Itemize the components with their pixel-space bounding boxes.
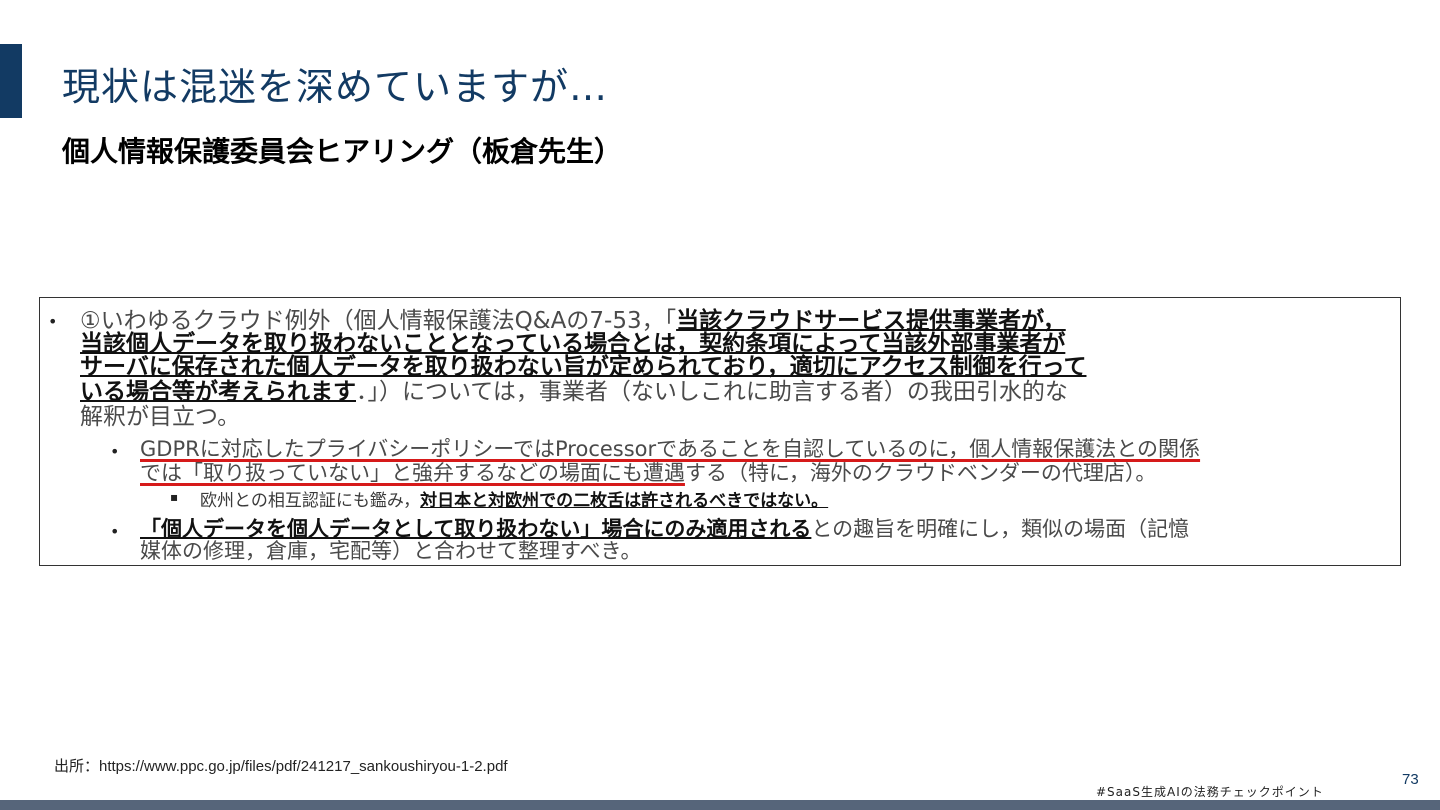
excerpt-p3-plain: 欧州との相互認証にも鑑み，	[200, 491, 421, 511]
excerpt-p2-line1: GDPRに対応したプライバシーポリシーではProcessorであることを自認して…	[140, 437, 1201, 461]
excerpt-p2-line2-underlined: では「取り扱っていない」と強弁するなどの場面にも遭遇	[140, 461, 685, 485]
excerpt-p2-line2: では「取り扱っていない」と強弁するなどの場面にも遭遇する（特に，海外のクラウドベ…	[140, 460, 1396, 486]
slide-title: 現状は混迷を深めていますが…	[62, 65, 609, 109]
footer-bar	[0, 800, 1440, 810]
excerpt-p2-line2-plain: する（特に，海外のクラウドベンダーの代理店）。	[684, 461, 1157, 485]
excerpt-p3: 欧州との相互認証にも鑑み，対日本と対欧州での二枚舌は許されるべきではない。	[200, 488, 1396, 514]
bullet-sub-1: •	[110, 442, 120, 461]
excerpt-p1-line4-plain: ．」）については，事業者（ないしこれに助言する者）の我田引水的な	[356, 379, 1068, 405]
page-number: 73	[1402, 771, 1419, 788]
excerpt-p1-line5: 解釈が目立つ。	[80, 404, 241, 430]
excerpt-p1-line4-emphasis: いる場合等が考えられます	[80, 379, 356, 405]
accent-bar	[0, 44, 22, 118]
excerpt-p3-emphasis: 対日本と対欧州での二枚舌は許されるべきではない。	[420, 491, 829, 511]
slide-subtitle: 個人情報保護委員会ヒアリング（板倉先生）	[62, 135, 623, 168]
bullet-sub-2: ▪	[170, 490, 179, 504]
source-citation: 出所：https://www.ppc.go.jp/files/pdf/24121…	[54, 758, 508, 775]
bullet-sub-3: •	[110, 522, 120, 541]
quoted-excerpt: • ①いわゆるクラウド例外（個人情報保護法Q&Aの7-53，「当該クラウドサービ…	[39, 297, 1401, 566]
excerpt-p4-line2: 媒体の修理，倉庫，宅配等）と合わせて整理すべき。	[140, 539, 642, 563]
excerpt-p1-line4: いる場合等が考えられます．」）については，事業者（ないしこれに助言する者）の我田…	[80, 379, 1398, 405]
bullet-main: •	[48, 312, 58, 331]
excerpt-p1-line3: サーバに保存された個人データを取り扱わない旨が定められており，適切にアクセス制御…	[80, 354, 1087, 380]
hashtag-footer: #SaaS生成AIの法務チェックポイント	[1096, 785, 1324, 799]
